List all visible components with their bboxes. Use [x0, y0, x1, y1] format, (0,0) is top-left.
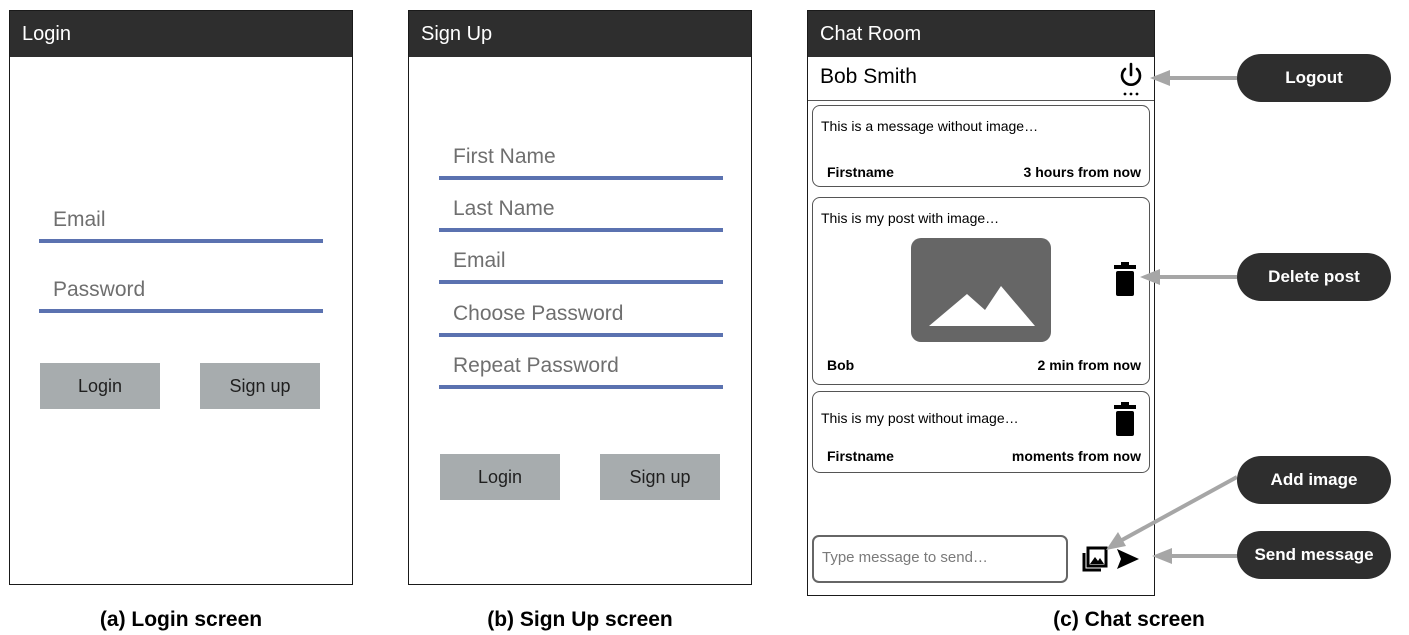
password-field[interactable]: Password: [39, 271, 323, 313]
chat-title: Chat Room: [808, 11, 1154, 57]
message-time: moments from now: [1011, 448, 1141, 464]
send-message-callout: Send message: [1237, 531, 1391, 579]
login-caption: (a) Login screen: [99, 608, 263, 631]
repeat-password-field[interactable]: Repeat Password: [439, 347, 723, 389]
message-input[interactable]: Type message to send…: [812, 535, 1068, 583]
message-author: Firstname: [827, 164, 894, 180]
trash-icon[interactable]: [1114, 262, 1136, 296]
choose-password-field[interactable]: Choose Password: [439, 295, 723, 337]
email-field[interactable]: Email: [39, 201, 323, 243]
message-time: 2 min from now: [1037, 357, 1141, 373]
message-text: This is a message without image…: [821, 118, 1039, 134]
last-name-field[interactable]: Last Name: [439, 190, 723, 232]
signup-button[interactable]: Sign up: [200, 363, 320, 409]
trash-icon[interactable]: [1114, 402, 1136, 436]
message-author: Bob: [827, 357, 855, 373]
login-button[interactable]: Login: [40, 363, 160, 409]
user-name: Bob Smith: [820, 65, 917, 88]
signup-caption: (b) Sign Up screen: [487, 608, 673, 631]
image-placeholder-icon: [911, 238, 1051, 342]
message-card: This is my post with image… Bob 2 min fr…: [812, 197, 1150, 385]
send-icon[interactable]: [1116, 548, 1140, 570]
message-card: This is my post without image… Firstname…: [812, 391, 1150, 473]
power-icon[interactable]: [1118, 61, 1144, 97]
email-field[interactable]: Email: [439, 242, 723, 284]
message-text: This is my post without image…: [821, 410, 1019, 426]
message-time: 3 hours from now: [1023, 164, 1141, 180]
login-screen: Login Email Password Login Sign up: [9, 10, 353, 585]
chat-screen: Chat Room Bob Smith This is a message wi…: [807, 10, 1155, 596]
message-author: Firstname: [827, 448, 894, 464]
signup-title: Sign Up: [409, 11, 751, 57]
delete-post-callout: Delete post: [1237, 253, 1391, 301]
login-button[interactable]: Login: [440, 454, 560, 500]
message-card: This is a message without image… Firstna…: [812, 105, 1150, 187]
add-image-icon[interactable]: [1082, 546, 1108, 572]
chat-caption: (c) Chat screen: [1053, 608, 1205, 631]
signup-screen: Sign Up First Name Last Name Email Choos…: [408, 10, 752, 585]
signup-button[interactable]: Sign up: [600, 454, 720, 500]
first-name-field[interactable]: First Name: [439, 138, 723, 180]
send-message-arrowhead: [1152, 548, 1172, 564]
login-title: Login: [10, 11, 352, 57]
header-divider: [808, 100, 1154, 101]
message-text: This is my post with image…: [821, 210, 1000, 226]
logout-callout: Logout: [1237, 54, 1391, 102]
add-image-callout: Add image: [1237, 456, 1391, 504]
